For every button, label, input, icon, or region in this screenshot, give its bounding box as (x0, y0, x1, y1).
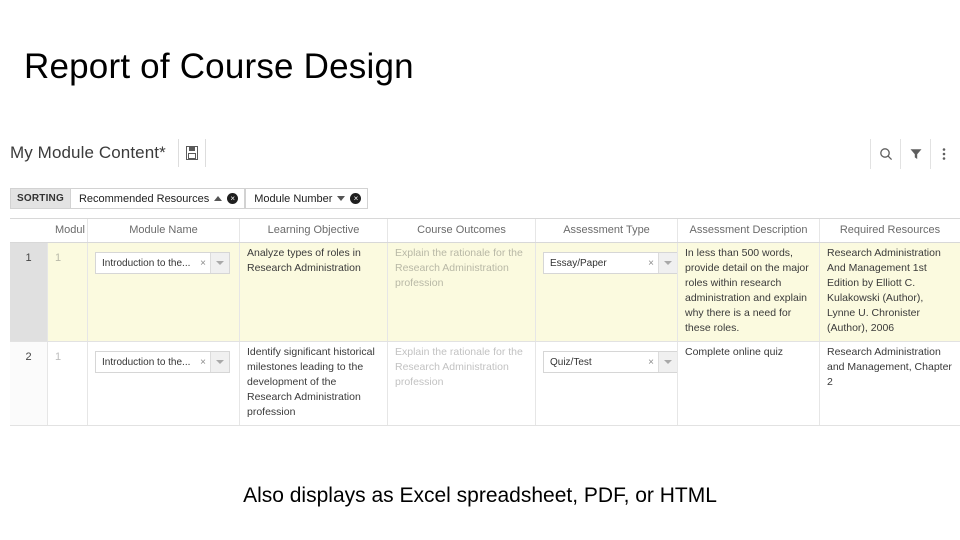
cell-assessment-type[interactable]: Essay/Paper × (536, 243, 678, 341)
assessment-type-select-label: Essay/Paper (550, 257, 607, 269)
cell-assessment-type[interactable]: Quiz/Test × (536, 342, 678, 425)
chevron-down-icon[interactable] (658, 253, 677, 273)
module-name-select-label: Introduction to the... (102, 356, 191, 368)
module-name-select[interactable]: Introduction to the... × (95, 351, 230, 373)
caret-down-icon (337, 196, 346, 201)
table-row[interactable]: 1 1 Introduction to the... × Analyze typ… (10, 243, 960, 342)
remove-sort-icon[interactable]: × (350, 193, 362, 204)
more-vertical-icon[interactable] (930, 139, 960, 169)
column-header-modul[interactable]: Modul (48, 219, 88, 242)
sort-chip-label: Recommended Resources (78, 192, 210, 205)
module-name-select-value: Introduction to the... × (96, 352, 210, 372)
chevron-down-icon[interactable] (210, 253, 229, 273)
document-title-group: My Module Content* (10, 137, 206, 169)
column-header-learning-objective[interactable]: Learning Objective (240, 219, 388, 242)
column-header-rownum (10, 219, 48, 242)
chevron-down-icon[interactable] (658, 352, 677, 372)
module-name-select[interactable]: Introduction to the... × (95, 252, 230, 274)
cell-assessment-description[interactable]: Complete online quiz (678, 342, 820, 425)
cell-learning-objective[interactable]: Identify significant historical mileston… (240, 342, 388, 425)
column-header-assessment-description[interactable]: Assessment Description (678, 219, 820, 242)
column-header-module-name[interactable]: Module Name (88, 219, 240, 242)
assessment-type-select-value: Quiz/Test × (544, 352, 658, 372)
toolbar-actions (870, 139, 960, 169)
cell-modul[interactable]: 1 (48, 243, 88, 341)
sorting-bar: SORTING Recommended Resources × Module N… (10, 188, 369, 209)
column-header-required-resources[interactable]: Required Resources (820, 219, 960, 242)
assessment-type-select[interactable]: Essay/Paper × (543, 252, 677, 274)
data-grid: Modul Module Name Learning Objective Cou… (10, 218, 960, 426)
grid-header-row: Modul Module Name Learning Objective Cou… (10, 219, 960, 243)
cell-course-outcomes[interactable]: Explain the rationale for the Research A… (388, 342, 536, 425)
table-row[interactable]: 2 1 Introduction to the... × Identify si… (10, 342, 960, 426)
row-number[interactable]: 2 (10, 342, 48, 425)
remove-sort-icon[interactable]: × (227, 193, 239, 204)
cell-module-name[interactable]: Introduction to the... × (88, 342, 240, 425)
column-header-course-outcomes[interactable]: Course Outcomes (388, 219, 536, 242)
caret-up-icon (214, 196, 223, 201)
assessment-type-select-value: Essay/Paper × (544, 253, 658, 273)
assessment-type-select-label: Quiz/Test (550, 356, 592, 368)
document-title: My Module Content* (10, 143, 166, 162)
page-title: Report of Course Design (24, 47, 414, 86)
sort-chip-module-number[interactable]: Module Number × (245, 188, 369, 209)
cell-assessment-description[interactable]: In less than 500 words, provide detail o… (678, 243, 820, 341)
cell-learning-objective[interactable]: Analyze types of roles in Research Admin… (240, 243, 388, 341)
cell-module-name[interactable]: Introduction to the... × (88, 243, 240, 341)
clear-selection-icon[interactable]: × (646, 355, 654, 370)
search-icon[interactable] (870, 139, 900, 169)
assessment-type-select[interactable]: Quiz/Test × (543, 351, 677, 373)
column-header-assessment-type[interactable]: Assessment Type (536, 219, 678, 242)
save-document-icon[interactable] (177, 139, 206, 167)
clear-selection-icon[interactable]: × (198, 256, 206, 271)
module-name-select-value: Introduction to the... × (96, 253, 210, 273)
clear-selection-icon[interactable]: × (198, 355, 206, 370)
sorting-label: SORTING (10, 188, 71, 209)
sort-chip-recommended-resources[interactable]: Recommended Resources × (70, 188, 246, 209)
app-screenshot-region: My Module Content* SORTING Recommended R… (0, 133, 960, 426)
filter-funnel-icon[interactable] (900, 139, 930, 169)
slide-caption: Also displays as Excel spreadsheet, PDF,… (243, 484, 717, 507)
row-number[interactable]: 1 (10, 243, 48, 341)
module-name-select-label: Introduction to the... (102, 257, 191, 269)
clear-selection-icon[interactable]: × (646, 256, 654, 271)
cell-required-resources[interactable]: Research Administration And Management 1… (820, 243, 960, 341)
cell-required-resources[interactable]: Research Administration and Management, … (820, 342, 960, 425)
cell-course-outcomes[interactable]: Explain the rationale for the Research A… (388, 243, 536, 341)
sort-chip-label: Module Number (254, 192, 333, 205)
chevron-down-icon[interactable] (210, 352, 229, 372)
app-toolbar: My Module Content* (0, 133, 960, 177)
cell-modul[interactable]: 1 (48, 342, 88, 425)
